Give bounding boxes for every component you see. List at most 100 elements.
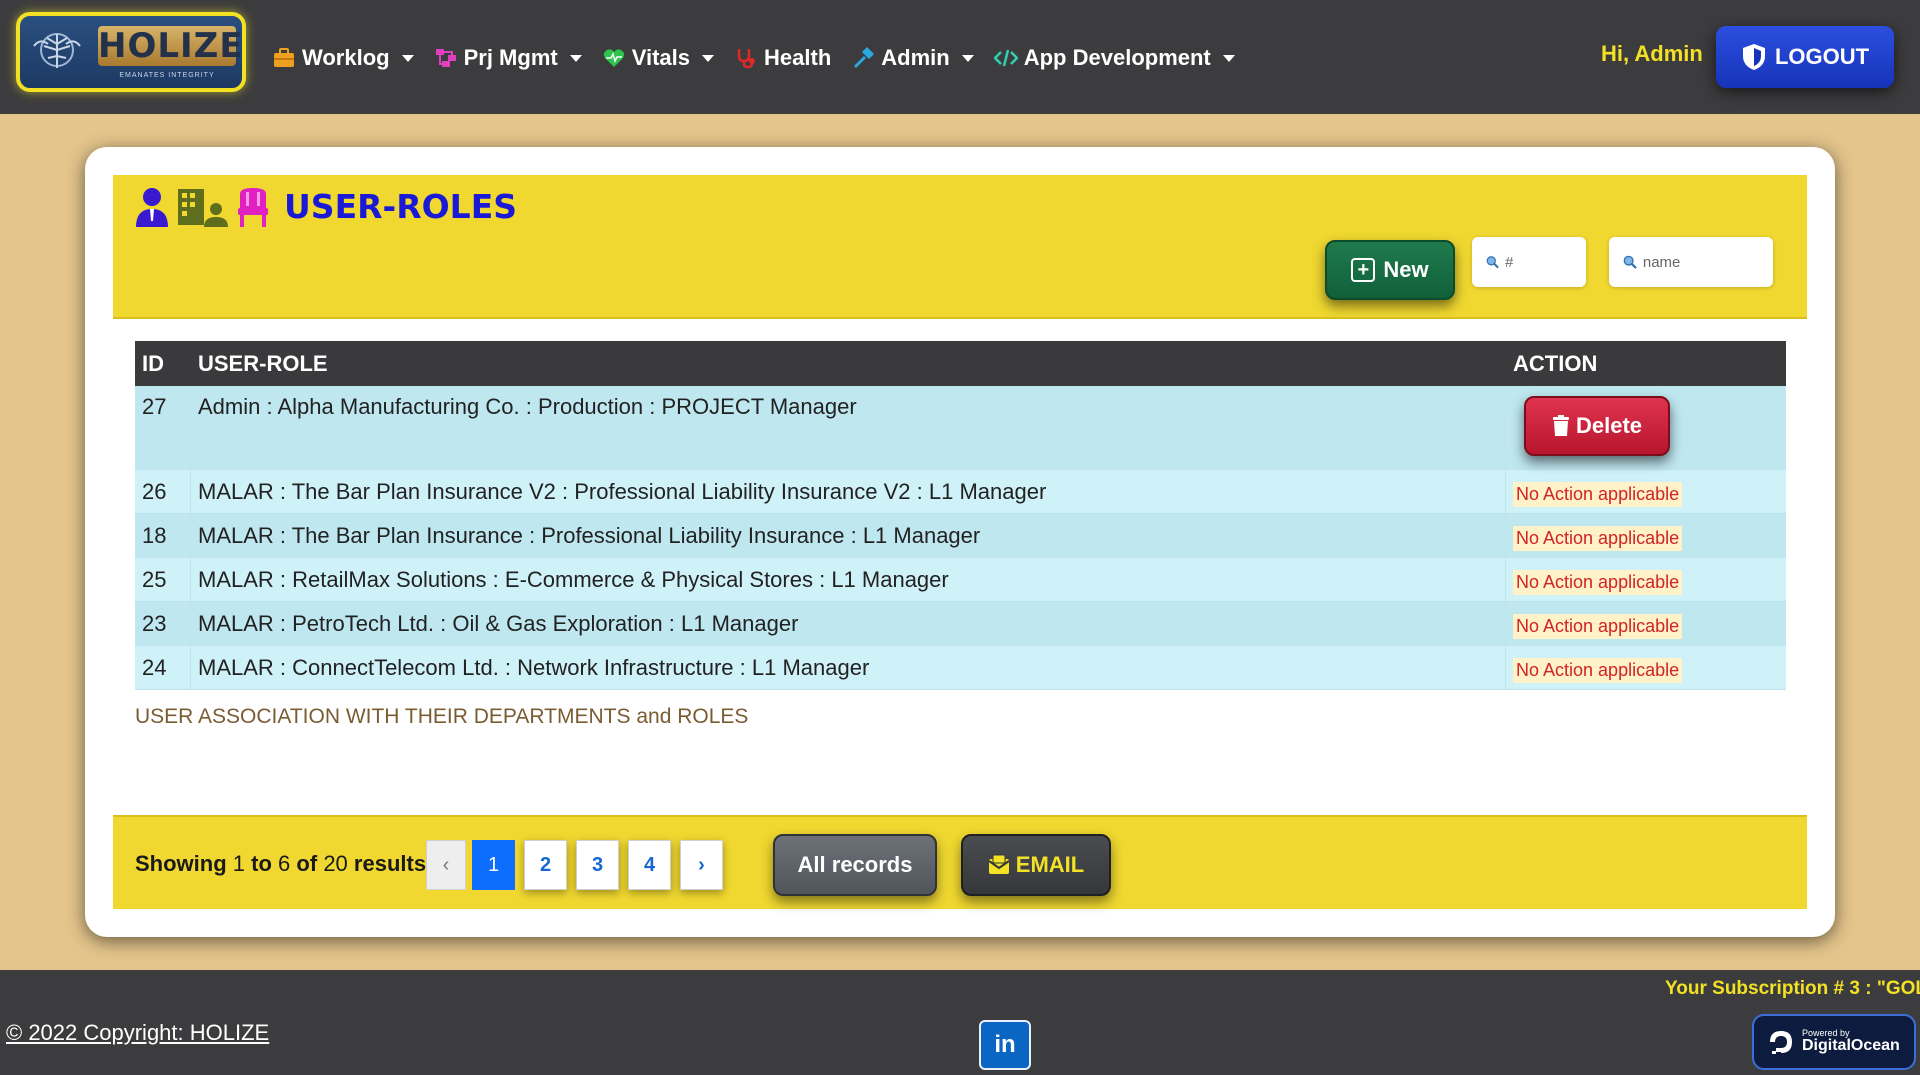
digitalocean-badge[interactable]: Powered by DigitalOcean — [1752, 1014, 1916, 1070]
results-summary: Showing 1 to 6 of 20 results — [135, 851, 426, 877]
delete-button-label: Delete — [1575, 413, 1643, 438]
next-page-button[interactable]: › — [680, 840, 723, 890]
page-title: USER-ROLES — [284, 187, 518, 226]
heart-pulse-icon — [602, 46, 626, 70]
no-action-badge: No Action applicable — [1513, 614, 1683, 639]
range-to: 6 — [278, 851, 291, 876]
cell-user-role: MALAR : ConnectTelecom Ltd. : Network In… — [191, 646, 1506, 689]
user-icon — [136, 188, 168, 227]
page-1-button[interactable]: 1 — [472, 840, 515, 890]
cell-action: No Action applicable — [1506, 514, 1786, 557]
of-label: of — [296, 851, 318, 876]
table-row: 18 MALAR : The Bar Plan Insurance : Prof… — [135, 514, 1786, 558]
tree-emblem-icon — [33, 33, 81, 68]
nav-worklog[interactable]: Worklog — [272, 45, 414, 71]
cell-id: 25 — [135, 558, 191, 601]
table-row: 27 Admin : Alpha Manufacturing Co. : Pro… — [135, 386, 1786, 470]
main-nav: Worklog Prj Mgmt Vitals Health Admin App… — [272, 40, 1255, 76]
copyright-link[interactable]: © 2022 Copyright: HOLIZE — [6, 1020, 269, 1046]
nav-health-label: Health — [764, 45, 832, 70]
no-action-badge: No Action applicable — [1513, 482, 1683, 507]
brand-name: HOLIZE — [98, 26, 244, 66]
digitalocean-icon — [1770, 1031, 1792, 1054]
search-name-field — [1609, 237, 1773, 287]
total-count: 20 — [323, 851, 348, 876]
nav-admin-label: Admin — [881, 45, 950, 70]
table-header: ID USER-ROLE ACTION — [135, 341, 1786, 386]
cell-action: No Action applicable — [1506, 646, 1786, 689]
nav-prj-mgmt[interactable]: Prj Mgmt — [434, 45, 582, 71]
nav-vitals-label: Vitals — [631, 45, 691, 70]
cell-user-role: Admin : Alpha Manufacturing Co. : Produc… — [191, 386, 1506, 469]
cell-user-role: MALAR : The Bar Plan Insurance V2 : Prof… — [191, 470, 1506, 513]
envelope-icon — [988, 854, 1010, 874]
email-button[interactable]: EMAIL — [961, 834, 1111, 896]
header-band: USER-ROLES + New — [113, 175, 1807, 319]
code-icon — [993, 46, 1018, 70]
no-action-badge: No Action applicable — [1513, 526, 1683, 551]
email-label: EMAIL — [1015, 852, 1085, 877]
header-action: ACTION — [1513, 350, 1598, 376]
search-id-input[interactable] — [1504, 253, 1586, 271]
nav-vitals[interactable]: Vitals — [602, 45, 715, 71]
table-row: 26 MALAR : The Bar Plan Insurance V2 : P… — [135, 470, 1786, 514]
search-icon — [1623, 255, 1637, 269]
stethoscope-icon — [734, 46, 758, 70]
chair-icon — [238, 188, 268, 227]
header-id[interactable]: ID — [135, 351, 191, 377]
chevron-down-icon — [1222, 54, 1235, 62]
chevron-down-icon — [569, 54, 582, 62]
pagination-band: Showing 1 to 6 of 20 results ‹ 1 2 3 4 ›… — [113, 815, 1807, 909]
chevron-down-icon — [401, 54, 414, 62]
cell-action: No Action applicable — [1506, 558, 1786, 601]
hammer-icon — [851, 46, 875, 70]
user-roles-table: ID USER-ROLE ACTION 27 Admin : Alpha Man… — [135, 341, 1786, 690]
no-action-badge: No Action applicable — [1513, 658, 1683, 683]
new-button[interactable]: + New — [1325, 240, 1455, 300]
page-4-button[interactable]: 4 — [628, 840, 671, 890]
table-row: 23 MALAR : PetroTech Ltd. : Oil & Gas Ex… — [135, 602, 1786, 646]
cell-action: No Action applicable — [1506, 602, 1786, 645]
search-name-input[interactable] — [1642, 253, 1773, 271]
brand-logo[interactable]: HOLIZE EMANATES INTEGRITY — [16, 12, 246, 92]
cell-id: 26 — [135, 470, 191, 513]
page-3-button[interactable]: 3 — [576, 840, 619, 890]
showing-label: Showing — [135, 851, 227, 876]
all-records-button[interactable]: All records — [773, 834, 937, 896]
nav-health[interactable]: Health — [734, 45, 831, 71]
table-row: 25 MALAR : RetailMax Solutions : E-Comme… — [135, 558, 1786, 602]
page-2-button[interactable]: 2 — [524, 840, 567, 890]
nav-app-development-label: App Development — [1023, 45, 1211, 70]
logout-button[interactable]: LOGOUT — [1716, 26, 1894, 88]
nav-app-development[interactable]: App Development — [993, 45, 1235, 71]
cell-user-role: MALAR : PetroTech Ltd. : Oil & Gas Explo… — [191, 602, 1506, 645]
chevron-down-icon — [702, 54, 715, 62]
nav-prj-mgmt-label: Prj Mgmt — [463, 45, 558, 70]
cell-id: 27 — [135, 386, 191, 469]
table-row: 24 MALAR : ConnectTelecom Ltd. : Network… — [135, 646, 1786, 690]
cell-id: 24 — [135, 646, 191, 689]
subscription-marquee: Your Subscription # 3 : "GOLD — [1665, 978, 1920, 999]
delete-button[interactable]: Delete — [1524, 396, 1670, 456]
nav-worklog-label: Worklog — [302, 45, 390, 70]
page-footer: Your Subscription # 3 : "GOLD © 2022 Cop… — [0, 970, 1920, 1075]
cell-id: 18 — [135, 514, 191, 557]
plus-square-icon: + — [1351, 258, 1376, 282]
main-card: USER-ROLES + New ID USER-ROLE ACTION 27 … — [85, 147, 1835, 937]
cell-action: No Action applicable — [1506, 470, 1786, 513]
no-action-badge: No Action applicable — [1513, 570, 1683, 595]
range-from: 1 — [232, 851, 246, 876]
cell-user-role: MALAR : RetailMax Solutions : E-Commerce… — [191, 558, 1506, 601]
chevron-down-icon — [961, 54, 974, 62]
building-user-icon — [178, 189, 228, 227]
to-label: to — [251, 851, 272, 876]
trash-icon — [1552, 415, 1569, 436]
brand-tagline: EMANATES INTEGRITY — [119, 72, 215, 79]
prev-page-button[interactable]: ‹ — [426, 840, 466, 890]
linkedin-icon[interactable]: in — [979, 1020, 1031, 1070]
top-navbar: HOLIZE EMANATES INTEGRITY Worklog Prj Mg… — [0, 0, 1920, 114]
cell-user-role: MALAR : The Bar Plan Insurance : Profess… — [191, 514, 1506, 557]
nav-admin[interactable]: Admin — [851, 45, 974, 71]
search-icon — [1486, 256, 1499, 269]
header-user-role[interactable]: USER-ROLE — [191, 351, 1506, 377]
